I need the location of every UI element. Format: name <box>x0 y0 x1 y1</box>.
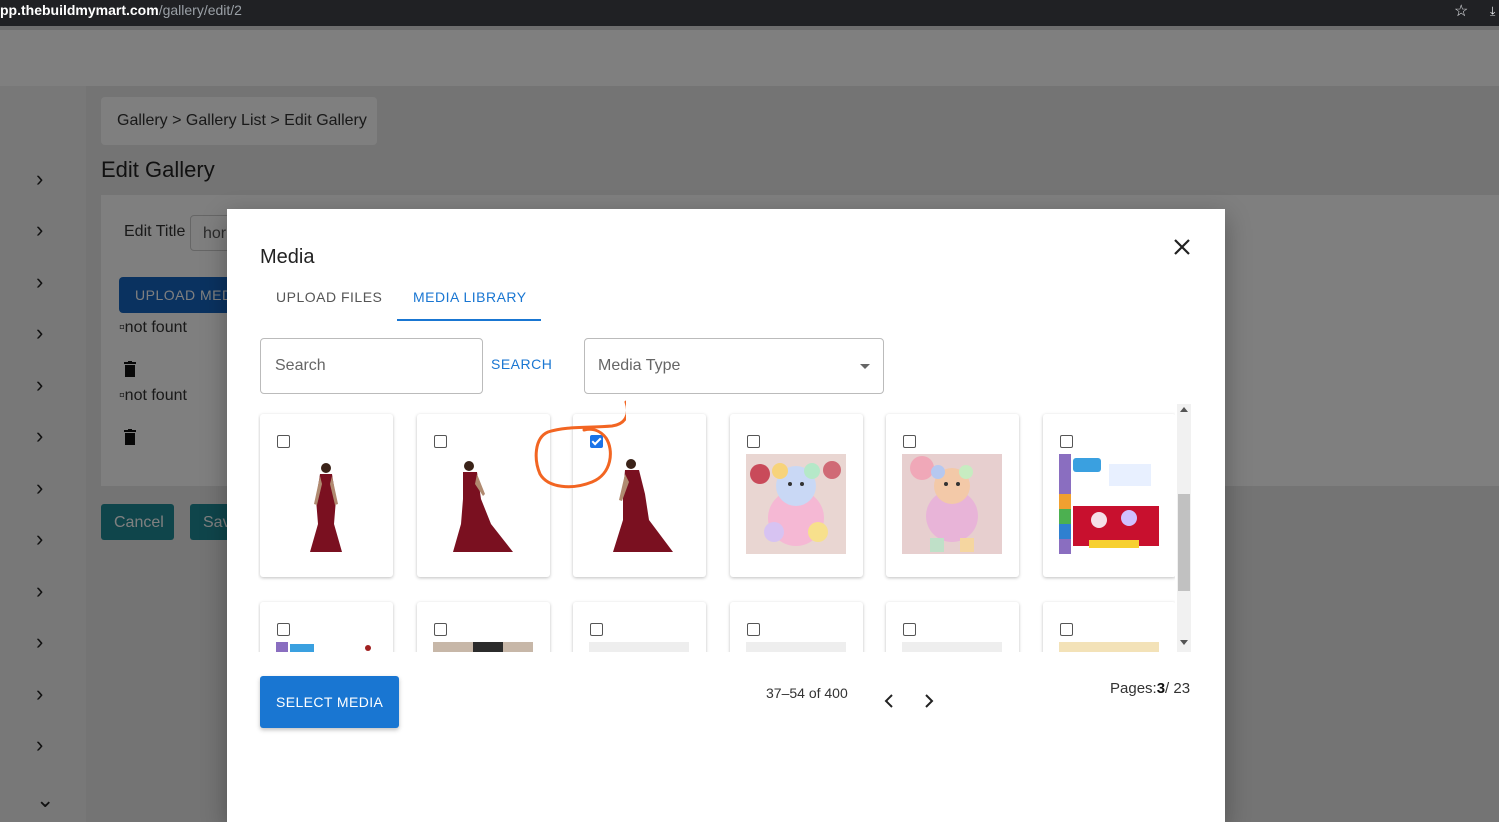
scrollbar-thumb[interactable] <box>1178 494 1190 591</box>
book-cover-image <box>1059 454 1159 554</box>
url-text[interactable]: pp.thebuildmymart.com/gallery/edit/2 <box>0 2 242 18</box>
media-checkbox[interactable] <box>903 435 916 448</box>
photo-image <box>433 642 533 652</box>
media-card[interactable] <box>1043 602 1175 652</box>
tab-media-library[interactable]: MEDIA LIBRARY <box>413 289 527 305</box>
media-card[interactable] <box>573 602 706 652</box>
close-icon[interactable] <box>1171 236 1193 258</box>
image-placeholder <box>746 642 846 652</box>
teddy-bear-image <box>746 454 846 554</box>
pagination-range: 37–54 of 400 <box>766 685 848 701</box>
saree-image <box>310 463 342 552</box>
media-checkbox[interactable] <box>277 623 290 636</box>
media-type-select[interactable]: Media Type <box>584 338 884 394</box>
image-placeholder <box>589 642 689 652</box>
media-card[interactable] <box>260 602 393 652</box>
browser-url-bar[interactable]: pp.thebuildmymart.com/gallery/edit/2 ☆ ⤓ <box>0 0 1499 26</box>
search-input[interactable]: Search <box>260 338 483 394</box>
media-card[interactable] <box>1043 414 1175 577</box>
media-checkbox[interactable] <box>277 435 290 448</box>
dropdown-caret-icon <box>860 364 870 369</box>
media-card[interactable] <box>730 602 863 652</box>
scroll-down-arrow-icon[interactable] <box>1180 640 1188 645</box>
modal-title: Media <box>260 246 315 268</box>
tab-upload-files[interactable]: UPLOAD FILES <box>276 289 382 305</box>
extension-icon[interactable]: ⤓ <box>1490 4 1495 19</box>
media-checkbox[interactable] <box>434 435 447 448</box>
media-checkbox[interactable] <box>1060 623 1073 636</box>
photo-image <box>1059 642 1159 652</box>
tab-indicator <box>397 319 541 321</box>
chevron-right-icon[interactable] <box>921 692 937 710</box>
media-card[interactable] <box>417 602 550 652</box>
media-checkbox[interactable] <box>434 623 447 636</box>
annotation-circle <box>534 400 626 489</box>
select-media-button[interactable]: SELECT MEDIA <box>260 676 399 728</box>
media-grid <box>258 404 1175 652</box>
image-placeholder <box>902 642 1002 652</box>
saree-image <box>453 461 513 552</box>
media-checkbox[interactable] <box>747 435 760 448</box>
search-button[interactable]: SEARCH <box>491 356 552 372</box>
media-checkbox[interactable] <box>747 623 760 636</box>
media-card[interactable] <box>886 414 1019 577</box>
media-card[interactable] <box>886 602 1019 652</box>
book-cover-image <box>276 642 376 652</box>
media-checkbox[interactable] <box>1060 435 1073 448</box>
media-checkbox[interactable] <box>903 623 916 636</box>
media-checkbox[interactable] <box>590 623 603 636</box>
media-card[interactable] <box>260 414 393 577</box>
page-indicator: Pages:3/ 23 <box>1110 680 1191 697</box>
scroll-up-arrow-icon[interactable] <box>1180 407 1188 412</box>
bookmark-star-icon[interactable]: ☆ <box>1454 1 1468 21</box>
chevron-left-icon[interactable] <box>881 692 897 710</box>
media-card[interactable] <box>730 414 863 577</box>
teddy-bear-image <box>902 454 1002 554</box>
